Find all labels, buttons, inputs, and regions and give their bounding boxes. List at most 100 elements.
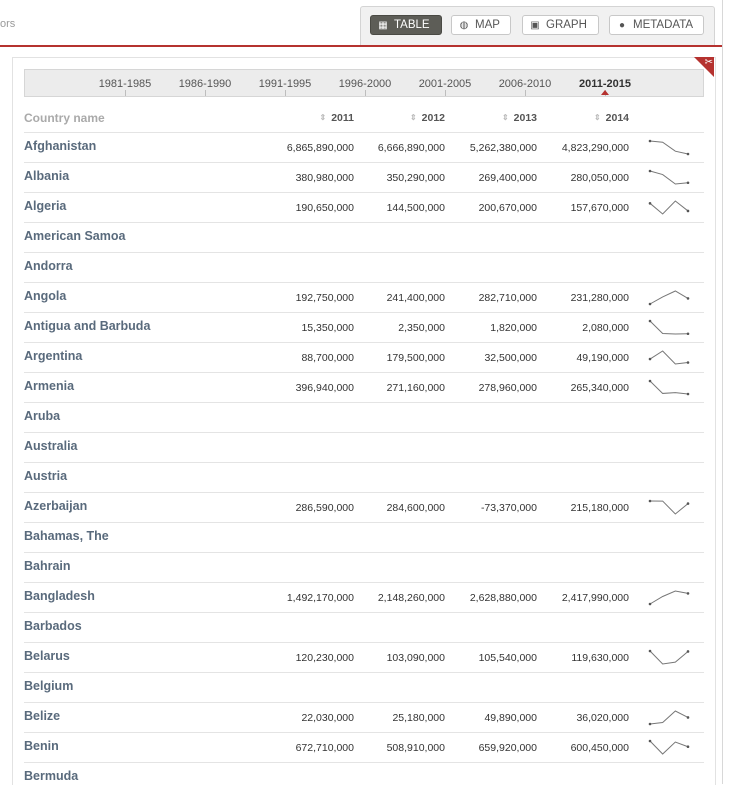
- year-column-header[interactable]: ⇕ 2014: [539, 112, 629, 124]
- table-row: Armenia 396,940,000 271,160,000 278,960,000…: [24, 372, 704, 402]
- value-cell: 49,190,000: [576, 352, 629, 364]
- sparkline: [648, 200, 690, 215]
- value-cell: 215,180,000: [570, 502, 629, 514]
- image-icon: ▣: [530, 20, 540, 31]
- scissors-icon: ✂: [704, 57, 713, 68]
- table-row: Belgium: [24, 672, 704, 702]
- sparkline-point: [686, 152, 690, 156]
- country-name-header[interactable]: Country name: [24, 111, 105, 125]
- range-tick: [365, 90, 366, 96]
- sparkline-line: [649, 290, 689, 305]
- sparkline: [648, 710, 690, 726]
- sparkline: [648, 169, 690, 185]
- table-view-button[interactable]: ▦ TABLE: [370, 15, 442, 35]
- country-name[interactable]: Barbados: [24, 619, 82, 633]
- metadata-view-button[interactable]: ● METADATA: [609, 15, 704, 35]
- table-row: Andorra: [24, 252, 704, 282]
- country-name[interactable]: Belgium: [24, 679, 73, 693]
- sparkline-point: [648, 139, 652, 143]
- year-range-selector: 1981-1985 1986-1990 1991-1995 1996-2000 2001…: [24, 69, 704, 97]
- table-row: Bermuda: [24, 762, 704, 792]
- table-row: Australia: [24, 432, 704, 462]
- right-divider: [722, 0, 723, 784]
- breadcrumb[interactable]: ors: [0, 18, 15, 30]
- country-name[interactable]: Bahamas, The: [24, 529, 109, 543]
- range-tick: [285, 90, 286, 96]
- country-name[interactable]: Bermuda: [24, 769, 78, 783]
- year-range-tab[interactable]: 1981-1985: [85, 78, 165, 90]
- top-bar: ors ▦ TABLE ◍ MAP ▣ GRAPH ● METADATA: [0, 0, 745, 46]
- country-name[interactable]: Antigua and Barbuda: [24, 319, 150, 333]
- table-row: Azerbaijan 286,590,000 284,600,000 -73,370,…: [24, 492, 704, 522]
- country-name[interactable]: Belize: [24, 709, 60, 723]
- country-name[interactable]: Andorra: [24, 259, 73, 273]
- year-column-header[interactable]: ⇕ 2013: [447, 112, 537, 124]
- country-name[interactable]: Australia: [24, 439, 78, 453]
- country-name[interactable]: Algeria: [24, 199, 66, 213]
- sparkline-point: [648, 302, 652, 306]
- value-cell: 36,020,000: [576, 712, 629, 724]
- range-tick: [525, 90, 526, 96]
- sort-icon: ⇕: [409, 113, 417, 122]
- graph-view-button[interactable]: ▣ GRAPH: [522, 15, 599, 35]
- country-name[interactable]: Azerbaijan: [24, 499, 87, 513]
- range-tick: [125, 90, 126, 96]
- country-name[interactable]: Argentina: [24, 349, 82, 363]
- country-name[interactable]: Armenia: [24, 379, 74, 393]
- sparkline-point: [648, 169, 652, 173]
- sparkline-point: [648, 202, 652, 205]
- table-row: Antigua and Barbuda 15,350,000 2,350,000 1,…: [24, 312, 704, 342]
- sparkline-point: [686, 392, 690, 396]
- country-name[interactable]: Belarus: [24, 649, 70, 663]
- country-name[interactable]: Bahrain: [24, 559, 71, 573]
- table-row: Bangladesh 1,492,170,000 2,148,260,000 2,62…: [24, 582, 704, 612]
- year-range-tab[interactable]: 1996-2000: [325, 78, 405, 90]
- map-view-button[interactable]: ◍ MAP: [451, 15, 511, 35]
- header-divider: [0, 45, 723, 47]
- year-column-header[interactable]: ⇕ 2012: [355, 112, 445, 124]
- year-column-header[interactable]: ⇕ 2011: [264, 112, 354, 124]
- value-cell: 265,340,000: [570, 382, 629, 394]
- sparkline-line: [649, 140, 689, 155]
- sparkline: [648, 379, 690, 396]
- sparkline-point: [686, 181, 690, 185]
- year-range-tab[interactable]: 1986-1990: [165, 78, 245, 90]
- table-row: American Samoa: [24, 222, 704, 252]
- country-name[interactable]: Bangladesh: [24, 589, 95, 603]
- sparkline-point: [686, 332, 690, 336]
- sparkline: [648, 739, 690, 755]
- sparkline-point: [648, 319, 652, 323]
- value-cell: 2,417,990,000: [561, 592, 629, 604]
- country-name[interactable]: Angola: [24, 289, 66, 303]
- sort-icon: ⇕: [501, 113, 509, 122]
- view-switcher: ▦ TABLE ◍ MAP ▣ GRAPH ● METADATA: [360, 6, 715, 45]
- sort-icon: ⇕: [593, 113, 601, 122]
- sparkline-point: [686, 209, 690, 213]
- year-range-tab[interactable]: 2011-2015: [565, 78, 645, 90]
- country-name[interactable]: American Samoa: [24, 229, 125, 243]
- sparkline-point: [648, 739, 652, 743]
- country-name[interactable]: Afghanistan: [24, 139, 96, 153]
- sparkline: [648, 649, 690, 665]
- country-name[interactable]: Albania: [24, 169, 69, 183]
- sparkline-line: [649, 200, 689, 215]
- sparkline: [648, 590, 690, 606]
- year-range-tab[interactable]: 2006-2010: [485, 78, 565, 90]
- value-cell: 600,450,000: [570, 742, 629, 754]
- value-cell: 280,050,000: [570, 172, 629, 184]
- globe-icon: ◍: [459, 20, 469, 31]
- table-row: Argentina 88,700,000 179,500,000 32,500,000…: [24, 342, 704, 372]
- value-cell: 119,630,000: [571, 652, 629, 664]
- year-range-tab[interactable]: 2001-2005: [405, 78, 485, 90]
- country-name[interactable]: Aruba: [24, 409, 60, 423]
- table-row: Barbados: [24, 612, 704, 642]
- year-range-tab[interactable]: 1991-1995: [245, 78, 325, 90]
- table-row: Angola 192,750,000 241,400,000 282,710,000 2…: [24, 282, 704, 312]
- sparkline: [648, 319, 690, 336]
- sparkline-point: [648, 379, 652, 383]
- sparkline-point: [648, 649, 652, 653]
- sparkline: [648, 499, 690, 515]
- sparkline-point: [686, 361, 690, 364]
- country-name[interactable]: Benin: [24, 739, 59, 753]
- country-name[interactable]: Austria: [24, 469, 67, 483]
